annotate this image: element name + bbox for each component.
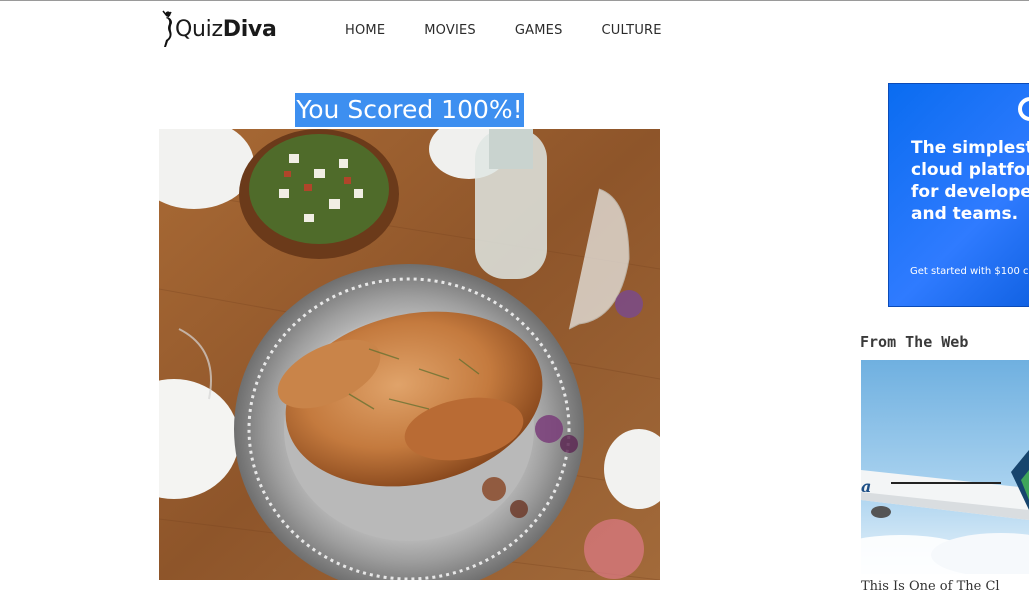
ad-cta[interactable]: Get started with $100 c <box>910 266 1029 277</box>
result-headline: You Scored 100%! <box>295 93 524 127</box>
airplane-image: a <box>861 360 1029 574</box>
from-the-web-title: From The Web <box>860 333 969 351</box>
advertisement-banner[interactable]: The simplest cloud platform for develope… <box>888 83 1029 307</box>
hero-image <box>159 129 660 580</box>
diva-silhouette-icon <box>162 10 172 47</box>
nav-culture[interactable]: CULTURE <box>602 23 662 38</box>
ad-headline: The simplest cloud platform for develope… <box>911 138 1029 224</box>
sponsored-card-caption[interactable]: This Is One of The Cl <box>861 579 1000 594</box>
svg-text:a: a <box>861 477 871 496</box>
logo-text-diva: Diva <box>222 16 277 42</box>
nav-games[interactable]: GAMES <box>515 23 563 38</box>
sponsored-card-image[interactable]: a <box>861 360 1029 574</box>
turkey-dinner-image <box>159 129 660 580</box>
quizdiva-logo[interactable]: QuizDiva <box>158 9 277 49</box>
logo-wordmark: QuizDiva <box>175 17 277 42</box>
logo-text-quiz: Quiz <box>175 16 223 42</box>
main-nav: HOME MOVIES GAMES CULTURE <box>345 23 701 38</box>
cloud-logo-icon <box>1018 97 1029 121</box>
result-headline-wrap: You Scored 100%! <box>159 89 660 127</box>
nav-home[interactable]: HOME <box>345 23 385 38</box>
nav-movies[interactable]: MOVIES <box>424 23 476 38</box>
